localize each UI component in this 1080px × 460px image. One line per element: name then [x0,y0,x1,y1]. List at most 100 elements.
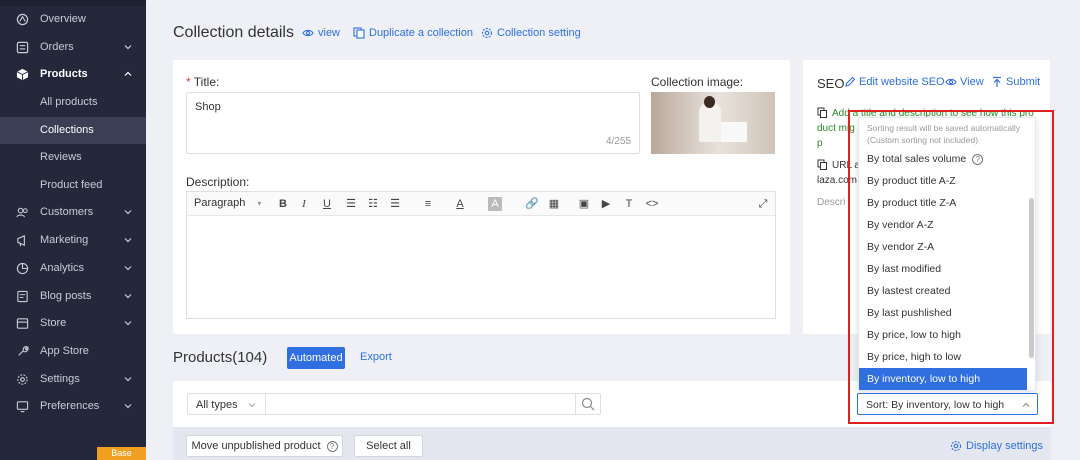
chevron-down-icon [124,321,132,326]
collection-image-label: Collection image: [651,75,744,89]
sidebar-item-analytics[interactable]: Analytics [0,255,146,282]
seo-submit-label: Submit [1006,76,1041,88]
sidebar-item-products[interactable]: Products [0,61,146,88]
seo-submit-link[interactable]: Submit [991,76,1040,88]
sidebar-item-overview[interactable]: Overview [0,6,146,33]
sidebar-sub-label: Collections [40,124,94,136]
gear-icon [17,374,28,385]
automated-button[interactable]: Automated [287,347,345,369]
view-link[interactable]: view [302,27,340,39]
seo-view-label: View [960,76,984,88]
model-figure [699,102,721,142]
page-title: Collection details [173,24,294,41]
bold-icon[interactable]: B [276,197,290,211]
plan-badge: Base [97,447,146,460]
code-icon[interactable]: <> [645,197,659,211]
link-icon[interactable]: 🔗 [525,197,539,211]
gear-icon [481,27,493,39]
bullet-list-icon[interactable]: ☰ [344,197,358,211]
table-icon[interactable]: ▦ [547,197,561,211]
seo-title: SEO [817,76,845,91]
sidebar-item-label: Blog posts [40,290,92,302]
duplicate-collection-link[interactable]: Duplicate a collection [353,27,473,39]
align-icon[interactable]: ≡ [421,197,435,211]
sidebar-sub-label: Product feed [40,179,103,191]
chevron-down-icon [124,404,132,409]
indent-icon[interactable]: ☰ [388,197,402,211]
model-head [704,96,715,108]
export-link[interactable]: Export [360,351,392,363]
chevron-down-icon [124,266,132,271]
highlight-color-icon[interactable]: A [488,197,502,211]
search-input[interactable] [266,394,574,414]
move-unpublished-label: Move unpublished product [191,440,321,452]
paragraph-select[interactable]: Paragraph ▾ [194,197,261,209]
types-select[interactable]: All types [196,399,238,411]
analytics-icon [16,262,29,275]
image-icon[interactable]: ▣ [577,197,591,211]
box-icon [16,68,29,81]
sidebar-item-marketing[interactable]: Marketing [0,227,146,254]
video-icon[interactable]: ▶ [599,197,613,211]
sidebar: Overview Orders Products All products Co… [0,0,146,460]
clear-format-icon[interactable]: T [622,197,636,211]
sidebar-item-store[interactable]: Store [0,310,146,337]
products-title: Products(104) [173,349,268,366]
collection-setting-link[interactable]: Collection setting [481,27,581,39]
seo-description-placeholder: Descri [817,197,846,208]
edit-website-seo-label: Edit website SEO [859,76,945,88]
shopping-box [721,122,747,142]
collection-image[interactable] [651,92,775,154]
duplicate-collection-label: Duplicate a collection [369,27,473,39]
sidebar-item-preferences[interactable]: Preferences [0,393,146,420]
sidebar-item-label: Products [40,68,88,80]
preferences-icon [16,401,29,413]
display-settings-label: Display settings [966,440,1044,452]
edit-website-seo-link[interactable]: Edit website SEO [844,76,945,88]
seo-hint-line-3: p [817,138,823,149]
chevron-down-icon [124,238,132,243]
font-color-icon[interactable]: A [453,197,467,211]
blog-icon [17,290,28,303]
gear-icon [950,440,962,452]
sidebar-sub-collections[interactable]: Collections [0,117,146,144]
upload-icon [993,76,1001,87]
seo-view-link[interactable]: View [945,76,984,88]
orders-icon [16,41,29,54]
sidebar-item-blog-posts[interactable]: Blog posts [0,283,146,310]
chevron-down-icon [124,45,132,50]
store-icon [16,318,29,329]
sidebar-sub-all-products[interactable]: All products [0,89,146,116]
sidebar-item-orders[interactable]: Orders [0,34,146,61]
sidebar-item-app-store[interactable]: App Store [0,338,146,365]
customers-icon [16,207,28,218]
description-label: Description: [186,175,250,189]
chevron-down-icon [248,403,256,408]
view-link-label: view [318,27,341,39]
copy-icon [353,27,365,39]
sidebar-sub-reviews[interactable]: Reviews [0,144,146,171]
eye-icon [302,29,314,37]
select-all-button[interactable]: Select all [354,435,423,457]
sidebar-item-customers[interactable]: Customers [0,199,146,226]
sidebar-sub-product-feed[interactable]: Product feed [0,172,146,199]
numbered-list-icon[interactable]: ☷ [366,197,380,211]
move-unpublished-button[interactable]: Move unpublished product? [186,435,343,457]
edit-icon [845,76,856,87]
title-field-label: * Title: [186,75,220,89]
description-editor[interactable]: Paragraph ▾ B I U ☰ ☷ ☰ ≡ A A 🔗 ▦ ▣ ▶ T <… [186,191,776,319]
display-settings-link[interactable]: Display settings [950,440,1043,452]
products-search-bar: All types [187,393,601,415]
title-input[interactable]: Shop 4/255 [186,92,640,154]
chevron-up-icon [124,71,132,76]
sidebar-item-label: Orders [40,41,74,53]
sidebar-item-label: Settings [40,373,80,385]
sidebar-item-settings[interactable]: Settings [0,366,146,393]
editor-toolbar: Paragraph ▾ B I U ☰ ☷ ☰ ≡ A A 🔗 ▦ ▣ ▶ T <… [187,192,775,216]
chevron-down-icon [124,377,132,382]
fullscreen-icon[interactable]: ⤢ [756,197,770,211]
italic-icon[interactable]: I [297,197,311,211]
underline-icon[interactable]: U [320,197,334,211]
sidebar-item-label: Analytics [40,262,85,274]
search-icon[interactable] [581,397,595,411]
